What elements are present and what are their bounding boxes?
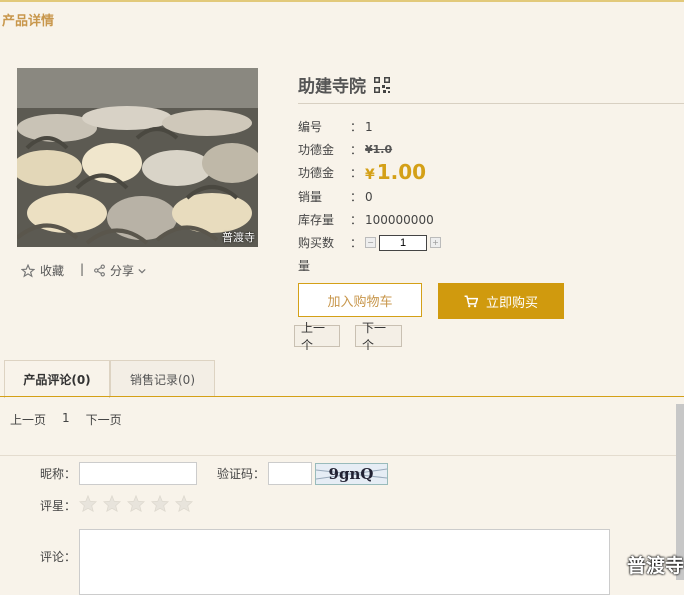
rating-star-icon[interactable] — [103, 495, 121, 512]
current-price: ¥1.00 — [365, 160, 427, 184]
quantity-input[interactable] — [379, 234, 427, 251]
quantity-label-tail: 量 — [298, 259, 311, 273]
rating-stars — [79, 495, 193, 512]
attr-sales: 销量 ： 0 — [298, 189, 373, 205]
attr-merit-price: 功德金 ： ¥1.00 — [298, 160, 427, 184]
cart-icon — [464, 295, 478, 307]
page-title: 产品详情 — [2, 14, 55, 29]
rating-star-icon[interactable] — [127, 495, 145, 512]
rating-label: 评星： — [40, 499, 77, 513]
share-label: 分享 — [110, 264, 135, 278]
action-separator: | — [80, 262, 85, 276]
nickname-input[interactable] — [79, 462, 197, 485]
nickname-label: 昵称： — [40, 467, 77, 481]
product-name-row: 助建寺院 — [298, 72, 390, 97]
original-price: ¥1.0 — [365, 143, 393, 156]
comment-label: 评论： — [40, 550, 77, 564]
captcha-image[interactable]: 9gnQ — [315, 463, 388, 485]
rating-star-icon[interactable] — [79, 495, 97, 512]
tile-pile-picture — [17, 68, 258, 247]
tab-product-reviews[interactable]: 产品评论(0) — [4, 360, 110, 398]
attr-merit-original: 功德金 ： ¥1.0 — [298, 143, 393, 157]
attr-stock: 库存量 ： 100000000 — [298, 212, 434, 228]
tabs-underline — [0, 396, 684, 397]
star-outline-icon — [21, 263, 35, 278]
add-to-cart-button[interactable]: 加入购物车 — [298, 283, 422, 317]
captcha-label: 验证码： — [217, 467, 266, 481]
attr-quantity: 购买数 ： − + — [298, 234, 441, 251]
quantity-decrease-button[interactable]: − — [365, 237, 376, 248]
favorite-label: 收藏 — [40, 264, 65, 278]
corner-watermark: 普渡寺 — [626, 555, 684, 577]
product-name: 助建寺院 — [298, 77, 366, 97]
favorite-button[interactable]: 收藏 — [21, 262, 64, 279]
stock-value: 100000000 — [365, 212, 434, 227]
quantity-increase-button[interactable]: + — [430, 237, 441, 248]
sales-value: 0 — [365, 189, 373, 204]
next-page-link[interactable]: 下一页 — [86, 411, 122, 428]
share-button[interactable]: 分享 — [93, 262, 146, 279]
current-page: 1 — [62, 411, 70, 425]
buy-now-button[interactable]: 立即购买 — [438, 283, 564, 319]
attr-code: 编号 ： 1 — [298, 119, 373, 135]
captcha-input[interactable] — [268, 462, 312, 485]
name-divider — [298, 103, 684, 104]
code-value: 1 — [365, 119, 373, 134]
rating-star-icon[interactable] — [175, 495, 193, 512]
product-image[interactable]: 普渡寺 — [17, 68, 258, 247]
quantity-stepper: − + — [365, 234, 441, 251]
captcha-graphic: 9gnQ — [316, 465, 387, 483]
image-watermark: 普渡寺 — [222, 231, 255, 244]
prev-page-link[interactable]: 上一页 — [10, 411, 46, 428]
prev-product-button[interactable]: 上一个 — [294, 321, 340, 352]
pager: 上一页 1 下一页 — [10, 411, 122, 428]
share-icon — [94, 264, 105, 277]
svg-text:9gnQ: 9gnQ — [329, 465, 374, 483]
buy-now-label: 立即购买 — [485, 295, 538, 311]
qr-code-icon[interactable] — [374, 76, 390, 93]
form-divider — [0, 455, 684, 456]
chevron-down-icon — [138, 268, 146, 273]
top-border — [0, 0, 684, 2]
tab-sales-records[interactable]: 销售记录(0) — [110, 360, 215, 397]
next-product-button[interactable]: 下一个 — [355, 321, 402, 352]
rating-star-icon[interactable] — [151, 495, 169, 512]
comment-textarea[interactable] — [79, 529, 610, 595]
